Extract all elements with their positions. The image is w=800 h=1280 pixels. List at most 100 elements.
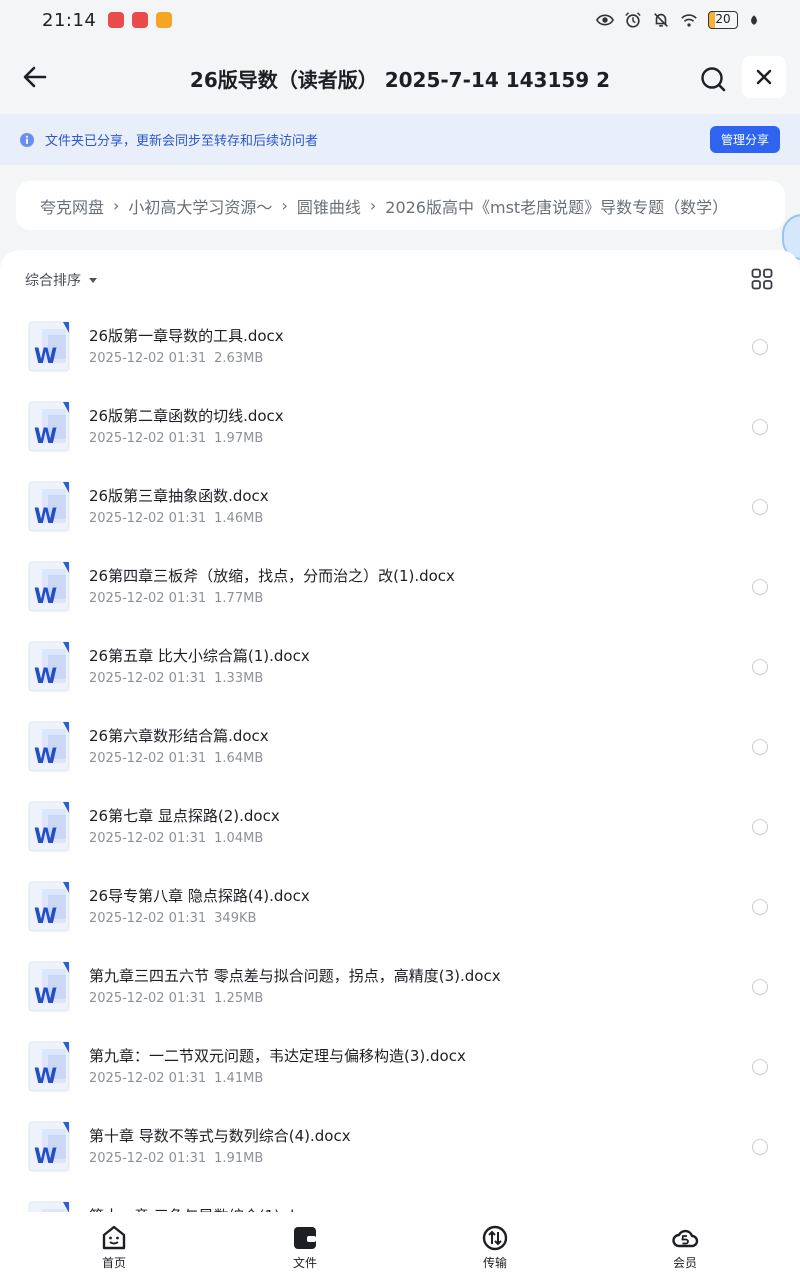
word-doc-icon: W bbox=[28, 1041, 72, 1093]
file-name: 26版第二章函数的切线.docx bbox=[89, 407, 284, 425]
file-meta: 2025-12-02 01:31 1.33MB bbox=[89, 671, 263, 686]
select-radio[interactable] bbox=[752, 1059, 768, 1075]
file-name: 26第五章 比大小综合篇(1).docx bbox=[89, 647, 310, 665]
svg-text:W: W bbox=[34, 424, 57, 448]
grid-view-icon[interactable] bbox=[751, 268, 773, 290]
file-meta: 2025-12-02 01:31 1.91MB bbox=[89, 1151, 263, 1166]
file-meta: 2025-12-02 01:31 1.25MB bbox=[89, 991, 263, 1006]
breadcrumb-item-current[interactable]: 2026版高中《mst老唐说题》导数专题（数学） bbox=[385, 194, 728, 218]
svg-text:W: W bbox=[34, 584, 57, 608]
file-size: 1.25MB bbox=[214, 991, 264, 1006]
word-doc-icon: W bbox=[28, 801, 72, 853]
close-button[interactable] bbox=[742, 56, 786, 98]
word-doc-icon: W bbox=[28, 481, 72, 533]
file-date: 2025-12-02 01:31 bbox=[89, 991, 207, 1006]
svg-text:W: W bbox=[34, 984, 57, 1008]
select-radio[interactable] bbox=[752, 899, 768, 915]
tab-files-label: 文件 bbox=[292, 1256, 317, 1270]
file-size: 1.46MB bbox=[214, 511, 264, 526]
breadcrumb-item[interactable]: 夸克网盘 bbox=[40, 194, 104, 218]
file-row[interactable]: W 26第四章三板斧（放缩，找点，分而治之）改(1).docx 2025-12-02… bbox=[0, 555, 800, 635]
file-size: 1.04MB bbox=[214, 831, 264, 846]
file-row[interactable]: W 第十章 导数不等式与数列综合(4).docx 2025-12-02 01:31 1… bbox=[0, 1115, 800, 1195]
file-size: 1.33MB bbox=[214, 671, 264, 686]
svg-text:W: W bbox=[34, 664, 57, 688]
file-meta: 2025-12-02 01:31 1.04MB bbox=[89, 831, 263, 846]
select-radio[interactable] bbox=[752, 419, 768, 435]
home-smile-icon bbox=[102, 1225, 126, 1250]
word-doc-icon: W bbox=[28, 321, 72, 373]
tab-home[interactable]: 首页 bbox=[74, 1212, 154, 1280]
tab-transfer[interactable]: 传输 bbox=[455, 1212, 535, 1280]
breadcrumb-item[interactable]: 圆锥曲线 bbox=[297, 194, 361, 218]
transfer-icon bbox=[482, 1225, 508, 1251]
select-radio[interactable] bbox=[752, 659, 768, 675]
back-arrow-icon[interactable] bbox=[20, 62, 50, 92]
file-row[interactable]: W 26版第二章函数的切线.docx 2025-12-02 01:31 1.97MB bbox=[0, 395, 800, 475]
file-row[interactable]: W 26版第一章导数的工具.docx 2025-12-02 01:31 2.63MB bbox=[0, 315, 800, 395]
file-name: 26版第三章抽象函数.docx bbox=[89, 487, 269, 505]
share-notice-banner: 文件夹已分享，更新会同步至转存和后续访问者 管理分享 bbox=[0, 114, 800, 165]
file-date: 2025-12-02 01:31 bbox=[89, 511, 207, 526]
file-list-panel: 综合排序 W 26版第一章导数的工具.docx 2025-12-02 01:31 2.… bbox=[0, 250, 800, 1212]
file-row[interactable]: W 第九章：一二节双元问题，韦达定理与偏移构造(3).docx 2025-12-02… bbox=[0, 1035, 800, 1115]
file-date: 2025-12-02 01:31 bbox=[89, 671, 207, 686]
top-nav-bar: 26版导数（读者版） 2025-7-14 143159 2 bbox=[0, 40, 800, 114]
svg-text:W: W bbox=[34, 824, 57, 848]
breadcrumb: 夸克网盘 › 小初高大学习资源～ › 圆锥曲线 › 2026版高中《mst老唐说… bbox=[16, 181, 785, 230]
file-name: 第十章 导数不等式与数列综合(4).docx bbox=[89, 1127, 351, 1145]
file-name: 第十一章 三角与导数综合(1).docx bbox=[89, 1205, 321, 1212]
file-meta: 2025-12-02 01:31 2.63MB bbox=[89, 351, 263, 366]
select-radio[interactable] bbox=[752, 739, 768, 755]
file-row[interactable]: W 26第五章 比大小综合篇(1).docx 2025-12-02 01:31 1.3… bbox=[0, 635, 800, 715]
search-icon[interactable] bbox=[698, 64, 728, 94]
select-radio[interactable] bbox=[752, 819, 768, 835]
tab-files[interactable]: 文件 bbox=[265, 1212, 345, 1280]
word-doc-icon: W bbox=[28, 1121, 72, 1173]
svg-text:W: W bbox=[34, 1144, 57, 1168]
notification-app-icon bbox=[132, 12, 149, 28]
breadcrumb-item[interactable]: 小初高大学习资源～ bbox=[128, 194, 272, 218]
file-list: W 26版第一章导数的工具.docx 2025-12-02 01:31 2.63MB W… bbox=[0, 315, 800, 1212]
notification-app-icon bbox=[156, 12, 173, 28]
select-radio[interactable] bbox=[752, 1139, 768, 1155]
eye-icon bbox=[596, 14, 614, 26]
share-notice-text: 文件夹已分享，更新会同步至转存和后续访问者 bbox=[45, 134, 319, 149]
file-meta: 2025-12-02 01:31 1.77MB bbox=[89, 591, 263, 606]
svg-text:W: W bbox=[34, 504, 57, 528]
select-radio[interactable] bbox=[752, 979, 768, 995]
file-size: 1.91MB bbox=[214, 1151, 264, 1166]
file-size: 349KB bbox=[214, 911, 257, 926]
word-doc-icon: W bbox=[28, 881, 72, 933]
file-row[interactable]: W 第十一章 三角与导数综合(1).docx bbox=[0, 1195, 800, 1212]
sort-dropdown[interactable]: 综合排序 bbox=[25, 270, 97, 290]
file-name: 26第七章 显点探路(2).docx bbox=[89, 807, 280, 825]
folder-icon bbox=[294, 1227, 316, 1249]
file-size: 1.77MB bbox=[214, 591, 264, 606]
vip-cloud-icon bbox=[672, 1229, 699, 1248]
bottom-tab-bar: 首页 文件 传输 会员 bbox=[0, 1212, 800, 1280]
file-name: 26导专第八章 隐点探路(4).docx bbox=[89, 887, 310, 905]
file-row[interactable]: W 26导专第八章 隐点探路(4).docx 2025-12-02 01:31 349… bbox=[0, 875, 800, 955]
svg-text:W: W bbox=[34, 1064, 57, 1088]
select-radio[interactable] bbox=[752, 579, 768, 595]
status-bar: 21:14 20 bbox=[0, 0, 800, 40]
status-bar-left: 21:14 bbox=[42, 10, 173, 31]
file-row[interactable]: W 26第六章数形结合篇.docx 2025-12-02 01:31 1.64MB bbox=[0, 715, 800, 795]
tab-vip[interactable]: 会员 bbox=[645, 1212, 725, 1280]
file-meta: 2025-12-02 01:31 1.64MB bbox=[89, 751, 263, 766]
word-doc-icon: W bbox=[28, 961, 72, 1013]
file-row[interactable]: W 第九章三四五六节 零点差与拟合问题，拐点，高精度(3).docx 2025-12… bbox=[0, 955, 800, 1035]
file-meta: 2025-12-02 01:31 1.41MB bbox=[89, 1071, 263, 1086]
file-meta: 2025-12-02 01:31 1.97MB bbox=[89, 431, 263, 446]
manage-share-button[interactable]: 管理分享 bbox=[710, 126, 780, 153]
select-radio[interactable] bbox=[752, 339, 768, 355]
select-radio[interactable] bbox=[752, 499, 768, 515]
tab-home-label: 首页 bbox=[101, 1256, 126, 1270]
file-row[interactable]: W 26版第三章抽象函数.docx 2025-12-02 01:31 1.46MB bbox=[0, 475, 800, 555]
word-doc-icon: W bbox=[28, 721, 72, 773]
leaf-icon bbox=[751, 15, 757, 25]
file-date: 2025-12-02 01:31 bbox=[89, 1071, 207, 1086]
file-row[interactable]: W 26第七章 显点探路(2).docx 2025-12-02 01:31 1.04M… bbox=[0, 795, 800, 875]
file-date: 2025-12-02 01:31 bbox=[89, 431, 207, 446]
